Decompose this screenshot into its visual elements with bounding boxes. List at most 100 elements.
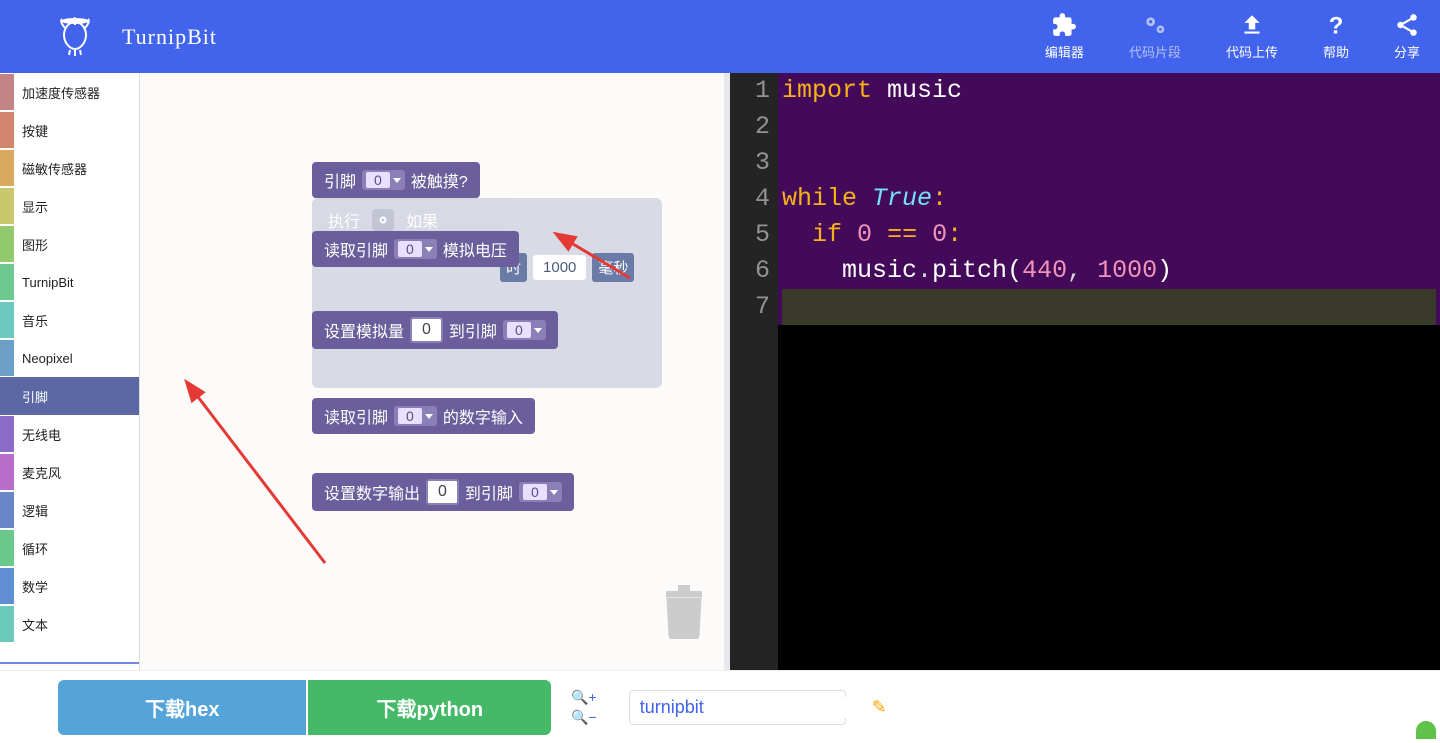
category-label: 显示 bbox=[22, 197, 48, 216]
sidebar-category[interactable]: 文本 bbox=[0, 605, 139, 643]
help-icon: ? bbox=[1323, 12, 1349, 38]
pin-dropdown[interactable]: 0 bbox=[362, 170, 405, 190]
sidebar-category[interactable]: 显示 bbox=[0, 187, 139, 225]
category-label: 按键 bbox=[22, 121, 48, 140]
turnip-logo-icon bbox=[50, 17, 100, 57]
gear-icon bbox=[372, 209, 394, 231]
sidebar-category[interactable]: 循环 bbox=[0, 529, 139, 567]
code-editor[interactable]: 1 2 3 4 5 6 7 import music while True: i… bbox=[730, 73, 1440, 670]
upload-icon bbox=[1239, 12, 1265, 38]
category-color-bar bbox=[0, 188, 14, 224]
category-color-bar bbox=[0, 530, 14, 566]
chevron-down-icon bbox=[550, 490, 558, 495]
category-label: TurnipBit bbox=[22, 275, 74, 290]
category-label: 文本 bbox=[22, 615, 48, 634]
sidebar-category[interactable]: 音乐 bbox=[0, 301, 139, 339]
block-set-analog[interactable]: 设置模拟量 0 到引脚 0 bbox=[312, 311, 558, 349]
pin-dropdown[interactable]: 0 bbox=[394, 239, 437, 259]
nav-editor[interactable]: 编辑器 bbox=[1045, 12, 1084, 61]
top-nav: 编辑器 代码片段 代码上传 ? 帮助 分享 bbox=[1045, 12, 1420, 61]
chevron-down-icon bbox=[425, 247, 433, 252]
category-color-bar bbox=[0, 340, 14, 376]
sidebar-category[interactable]: 麦克风 bbox=[0, 453, 139, 491]
block-pin-touched[interactable]: 引脚 0 被触摸? bbox=[312, 162, 480, 198]
category-label: 音乐 bbox=[22, 311, 48, 330]
category-label: 逻辑 bbox=[22, 501, 48, 520]
corner-badge bbox=[1414, 719, 1438, 741]
sidebar-category[interactable]: 引脚 bbox=[0, 377, 139, 415]
sidebar-category[interactable]: 逻辑 bbox=[0, 491, 139, 529]
sidebar-category[interactable]: 磁敏传感器 bbox=[0, 149, 139, 187]
footer-bar: 下载hex 下载python 🔍+ 🔍− ✎ bbox=[0, 670, 1440, 743]
ghost-tail: 时 1000 毫秒 bbox=[500, 253, 634, 282]
sidebar-category[interactable]: 数学 bbox=[0, 567, 139, 605]
category-color-bar bbox=[0, 226, 14, 262]
zoom-out-icon[interactable]: 🔍− bbox=[571, 709, 597, 726]
category-color-bar bbox=[0, 416, 14, 452]
gears-icon bbox=[1142, 12, 1168, 38]
chevron-down-icon bbox=[425, 414, 433, 419]
brand-title: TurnipBit bbox=[122, 24, 217, 50]
nav-snippets[interactable]: 代码片段 bbox=[1129, 12, 1181, 61]
category-color-bar bbox=[0, 74, 14, 110]
sidebar-category[interactable]: 加速度传感器 bbox=[0, 73, 139, 111]
puzzle-icon bbox=[1051, 12, 1077, 38]
nav-upload[interactable]: 代码上传 bbox=[1226, 12, 1278, 61]
block-read-digital[interactable]: 读取引脚 0 的数字输入 bbox=[312, 398, 535, 434]
svg-text:?: ? bbox=[1329, 13, 1344, 38]
line-gutter: 1 2 3 4 5 6 7 bbox=[730, 73, 778, 670]
pin-dropdown[interactable]: 0 bbox=[519, 482, 562, 502]
ghost-block: 执行 如果 bbox=[312, 198, 662, 388]
category-label: 引脚 bbox=[22, 387, 48, 406]
category-label: 数学 bbox=[22, 577, 48, 596]
zoom-in-icon[interactable]: 🔍+ bbox=[571, 689, 597, 706]
category-color-bar bbox=[0, 264, 14, 300]
category-color-bar bbox=[0, 302, 14, 338]
nav-share[interactable]: 分享 bbox=[1394, 12, 1420, 61]
category-sidebar: 加速度传感器按键磁敏传感器显示图形 TurnipBit 音乐 Neopixel 引脚无线… bbox=[0, 73, 140, 670]
block-read-analog[interactable]: 读取引脚 0 模拟电压 bbox=[312, 231, 519, 267]
category-label: 图形 bbox=[22, 235, 48, 254]
app-header: TurnipBit 编辑器 代码片段 代码上传 ? 帮助 分享 bbox=[0, 0, 1440, 73]
nav-help[interactable]: ? 帮助 bbox=[1323, 12, 1349, 61]
sidebar-category[interactable]: TurnipBit bbox=[0, 263, 139, 301]
analog-value-input[interactable]: 0 bbox=[410, 317, 443, 343]
block-set-digital[interactable]: 设置数字输出 0 到引脚 0 bbox=[312, 473, 574, 511]
category-label: 麦克风 bbox=[22, 463, 61, 482]
logo-area: TurnipBit bbox=[50, 17, 217, 57]
zoom-controls: 🔍+ 🔍− bbox=[571, 689, 597, 726]
category-label: Neopixel bbox=[22, 351, 73, 366]
chevron-down-icon bbox=[534, 328, 542, 333]
download-hex-button[interactable]: 下载hex bbox=[58, 680, 306, 735]
category-label: 加速度传感器 bbox=[22, 83, 100, 102]
ghost-if-label: 如果 bbox=[406, 208, 438, 232]
pin-dropdown[interactable]: 0 bbox=[503, 320, 546, 340]
project-name-input[interactable] bbox=[640, 697, 872, 718]
pencil-icon[interactable]: ✎ bbox=[872, 697, 887, 718]
code-content[interactable]: import music while True: if 0 == 0: musi… bbox=[778, 73, 1440, 670]
blocks-workspace[interactable]: 执行 如果 时 1000 毫秒 引脚 0 被触摸? 读取引脚 0 模拟电压 设置… bbox=[140, 73, 730, 670]
category-color-bar bbox=[0, 606, 14, 642]
category-color-bar bbox=[0, 112, 14, 148]
chevron-down-icon bbox=[393, 178, 401, 183]
ghost-exec-label: 执行 bbox=[328, 208, 360, 232]
download-python-button[interactable]: 下载python bbox=[308, 680, 551, 735]
sidebar-category[interactable]: 无线电 bbox=[0, 415, 139, 453]
main-area: 加速度传感器按键磁敏传感器显示图形 TurnipBit 音乐 Neopixel 引脚无线… bbox=[0, 73, 1440, 670]
digital-value-input[interactable]: 0 bbox=[426, 479, 459, 505]
trash-icon[interactable] bbox=[660, 583, 708, 642]
category-color-bar bbox=[0, 568, 14, 604]
category-color-bar bbox=[0, 150, 14, 186]
share-icon bbox=[1394, 12, 1420, 38]
project-name-box[interactable]: ✎ bbox=[629, 690, 846, 725]
category-label: 磁敏传感器 bbox=[22, 159, 87, 178]
sidebar-scrollbar[interactable] bbox=[0, 662, 139, 670]
category-label: 循环 bbox=[22, 539, 48, 558]
category-label: 无线电 bbox=[22, 425, 61, 444]
sidebar-category[interactable]: 按键 bbox=[0, 111, 139, 149]
pin-dropdown[interactable]: 0 bbox=[394, 406, 437, 426]
category-color-bar bbox=[0, 492, 14, 528]
category-color-bar bbox=[0, 454, 14, 490]
sidebar-category[interactable]: 图形 bbox=[0, 225, 139, 263]
sidebar-category[interactable]: Neopixel bbox=[0, 339, 139, 377]
